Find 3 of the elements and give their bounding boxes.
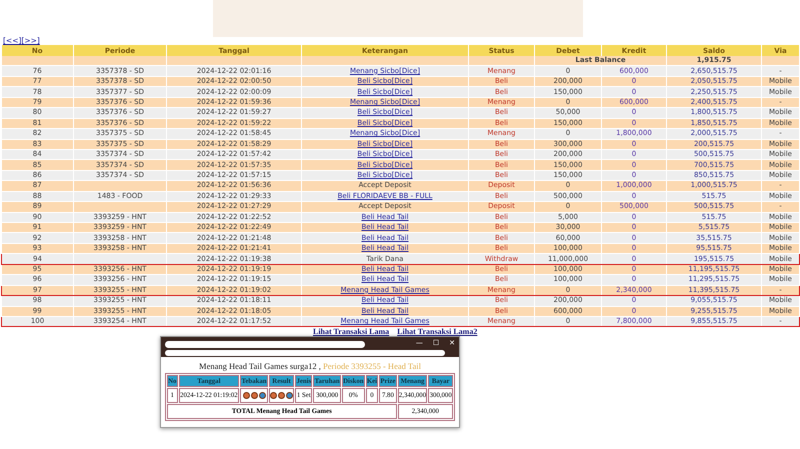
- history-link[interactable]: Lihat Transaksi Lama: [313, 327, 390, 336]
- history-link[interactable]: Lihat Transaksi Lama2: [397, 327, 478, 336]
- popup-heading: Menang Head Tail Games surga12 , Periode 3393255 - Head Tail: [198, 361, 422, 372]
